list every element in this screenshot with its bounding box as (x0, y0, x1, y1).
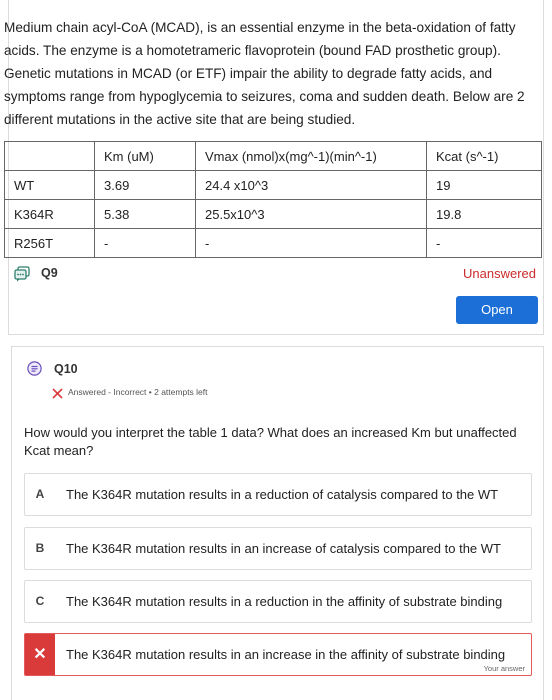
question-text: How would you interpret the table 1 data… (24, 425, 517, 458)
option-text: The K364R mutation results in a reductio… (66, 594, 503, 609)
option-c[interactable]: C The K364R mutation results in a reduct… (24, 580, 532, 623)
option-d-selected[interactable]: ✕ The K364R mutation results in an incre… (24, 633, 532, 676)
table-cell: 25.5x10^3 (195, 199, 427, 229)
page: Medium chain acyl-CoA (MCAD), is an esse… (0, 0, 552, 700)
chat-icon (14, 266, 30, 282)
table-header-cell: Vmax (nmol)x(mg^-1)(min^-1) (195, 141, 427, 171)
option-letter: C (35, 594, 45, 608)
table-header-cell (4, 141, 95, 171)
table-row: WT 3.69 24.4 x10^3 19 (4, 170, 542, 200)
table-cell: K364R (4, 199, 95, 229)
table-cell: R256T (4, 228, 95, 258)
q10-status-text: Answered - Incorrect • 2 attempts left (68, 387, 208, 397)
list-icon (27, 361, 42, 376)
option-text: The K364R mutation results in a reductio… (66, 487, 499, 502)
table-cell: - (195, 228, 427, 258)
q10-label: Q10 (54, 362, 78, 376)
table-cell: 24.4 x10^3 (195, 170, 427, 200)
option-text: The K364R mutation results in an increas… (66, 541, 501, 556)
table-row: R256T - - - (4, 228, 542, 258)
option-text: The K364R mutation results in an increas… (66, 647, 506, 662)
option-a[interactable]: A The K364R mutation results in a reduct… (24, 473, 532, 516)
intro-text: Medium chain acyl-CoA (MCAD), is an esse… (4, 20, 525, 127)
option-letter: A (35, 487, 45, 501)
x-mark-icon (52, 386, 63, 399)
option-letter: B (35, 541, 45, 555)
table-cell: 19 (426, 170, 542, 200)
table-cell: - (426, 228, 542, 258)
q9-header: Q9 Unanswered (14, 264, 536, 284)
data-table: Km (uM) Vmax (nmol)x(mg^-1)(min^-1) Kcat… (4, 141, 542, 258)
table-cell: 3.69 (94, 170, 196, 200)
table-header-cell: Km (uM) (94, 141, 196, 171)
q9-status: Unanswered (463, 266, 536, 281)
table-row: K364R 5.38 25.5x10^3 19.8 (4, 199, 542, 229)
incorrect-x-icon: ✕ (25, 634, 55, 675)
table-header-row: Km (uM) Vmax (nmol)x(mg^-1)(min^-1) Kcat… (4, 141, 542, 171)
table-cell: - (94, 228, 196, 258)
table-cell: 19.8 (426, 199, 542, 229)
your-answer-label: Your answer (483, 664, 525, 673)
table-cell: 5.38 (94, 199, 196, 229)
table-header-cell: Kcat (s^-1) (426, 141, 542, 171)
q9-label: Q9 (41, 266, 58, 280)
open-button[interactable]: Open (456, 296, 538, 324)
option-b[interactable]: B The K364R mutation results in an incre… (24, 527, 532, 570)
table-cell: WT (4, 170, 95, 200)
